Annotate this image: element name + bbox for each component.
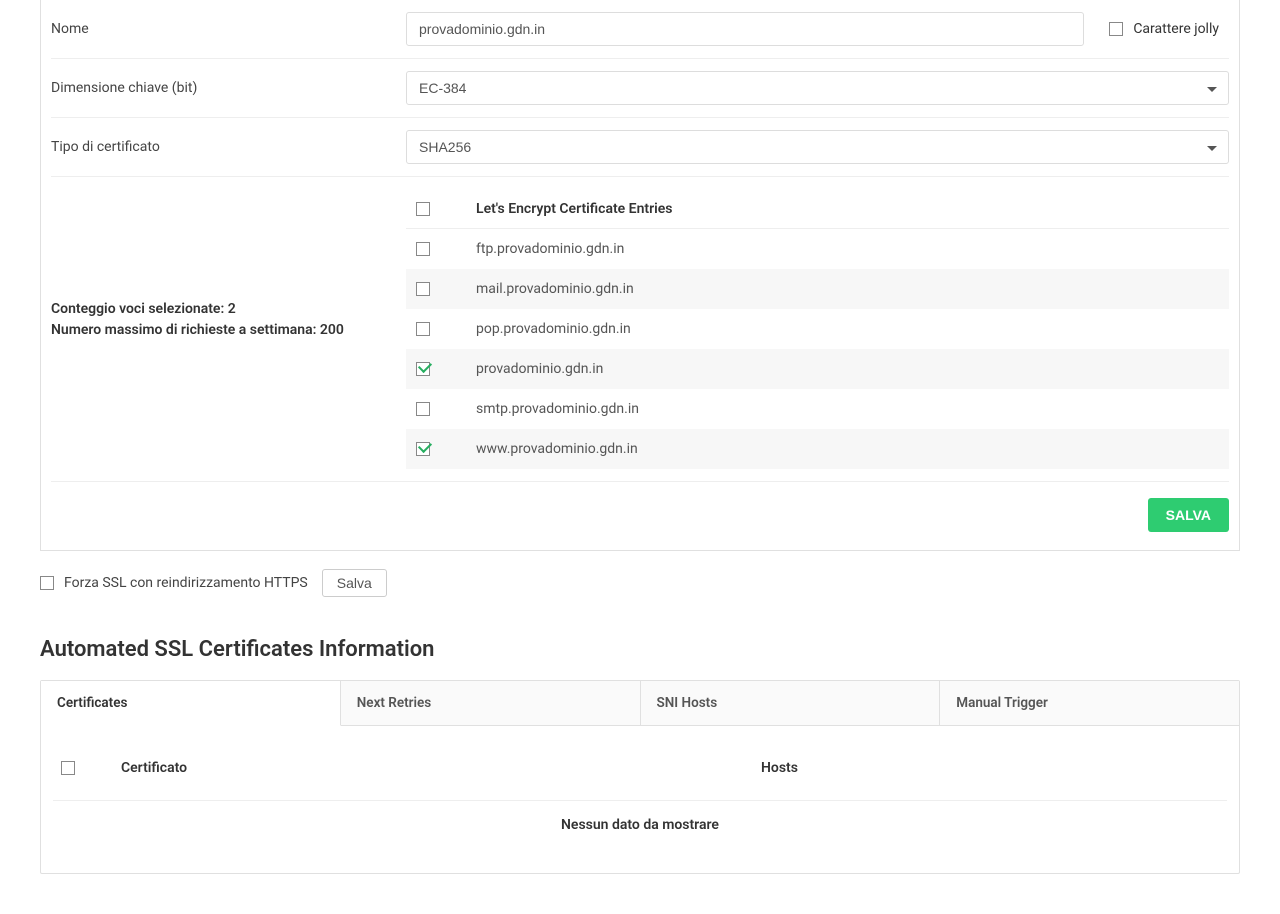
force-ssl-label: Forza SSL con reindirizzamento HTTPS: [64, 575, 308, 591]
entry-checkbox[interactable]: [416, 362, 430, 376]
empty-message: Nessun dato da mostrare: [53, 801, 1227, 833]
ssl-info-panel: CertificatesNext RetriesSNI HostsManual …: [40, 680, 1240, 874]
entries-header: Let's Encrypt Certificate Entries: [476, 201, 1219, 217]
tab-next-retries[interactable]: Next Retries: [341, 681, 641, 725]
certtype-label: Tipo di certificato: [51, 139, 406, 155]
wildcard-checkbox[interactable]: [1109, 22, 1123, 36]
wildcard-label: Carattere jolly: [1133, 21, 1219, 37]
tab-sni-hosts[interactable]: SNI Hosts: [641, 681, 941, 725]
entry-label: www.provadominio.gdn.in: [476, 441, 1219, 457]
col-hosts-header: Hosts: [761, 760, 1219, 776]
entry-label: ftp.provadominio.gdn.in: [476, 241, 1219, 257]
entry-row: smtp.provadominio.gdn.in: [406, 389, 1229, 429]
entry-row: provadominio.gdn.in: [406, 349, 1229, 389]
entry-row: mail.provadominio.gdn.in: [406, 269, 1229, 309]
tab-certificates[interactable]: Certificates: [41, 681, 341, 726]
entries-table: Let's Encrypt Certificate Entries ftp.pr…: [406, 189, 1229, 469]
col-cert-header: Certificato: [121, 760, 761, 776]
cert-select-all-checkbox[interactable]: [61, 761, 75, 775]
name-label: Nome: [51, 21, 406, 37]
entry-label: mail.provadominio.gdn.in: [476, 281, 1219, 297]
entries-select-all-checkbox[interactable]: [416, 202, 430, 216]
entry-checkbox[interactable]: [416, 442, 430, 456]
certtype-select[interactable]: SHA256: [406, 130, 1229, 164]
entry-checkbox[interactable]: [416, 242, 430, 256]
name-input[interactable]: [406, 12, 1084, 46]
keysize-select[interactable]: EC-384: [406, 71, 1229, 105]
save-button[interactable]: SALVA: [1148, 498, 1229, 532]
entry-checkbox[interactable]: [416, 402, 430, 416]
entry-label: provadominio.gdn.in: [476, 361, 1219, 377]
entries-summary: Conteggio voci selezionate: 2 Numero mas…: [51, 189, 406, 341]
entry-row: www.provadominio.gdn.in: [406, 429, 1229, 469]
keysize-label: Dimensione chiave (bit): [51, 80, 406, 96]
entry-row: ftp.provadominio.gdn.in: [406, 229, 1229, 269]
tab-manual-trigger[interactable]: Manual Trigger: [940, 681, 1239, 725]
section-title: Automated SSL Certificates Information: [40, 637, 1240, 662]
force-ssl-checkbox[interactable]: [40, 576, 54, 590]
force-ssl-save-button[interactable]: Salva: [322, 569, 387, 597]
entry-label: pop.provadominio.gdn.in: [476, 321, 1219, 337]
entry-checkbox[interactable]: [416, 282, 430, 296]
entry-row: pop.provadominio.gdn.in: [406, 309, 1229, 349]
entry-label: smtp.provadominio.gdn.in: [476, 401, 1219, 417]
entry-checkbox[interactable]: [416, 322, 430, 336]
